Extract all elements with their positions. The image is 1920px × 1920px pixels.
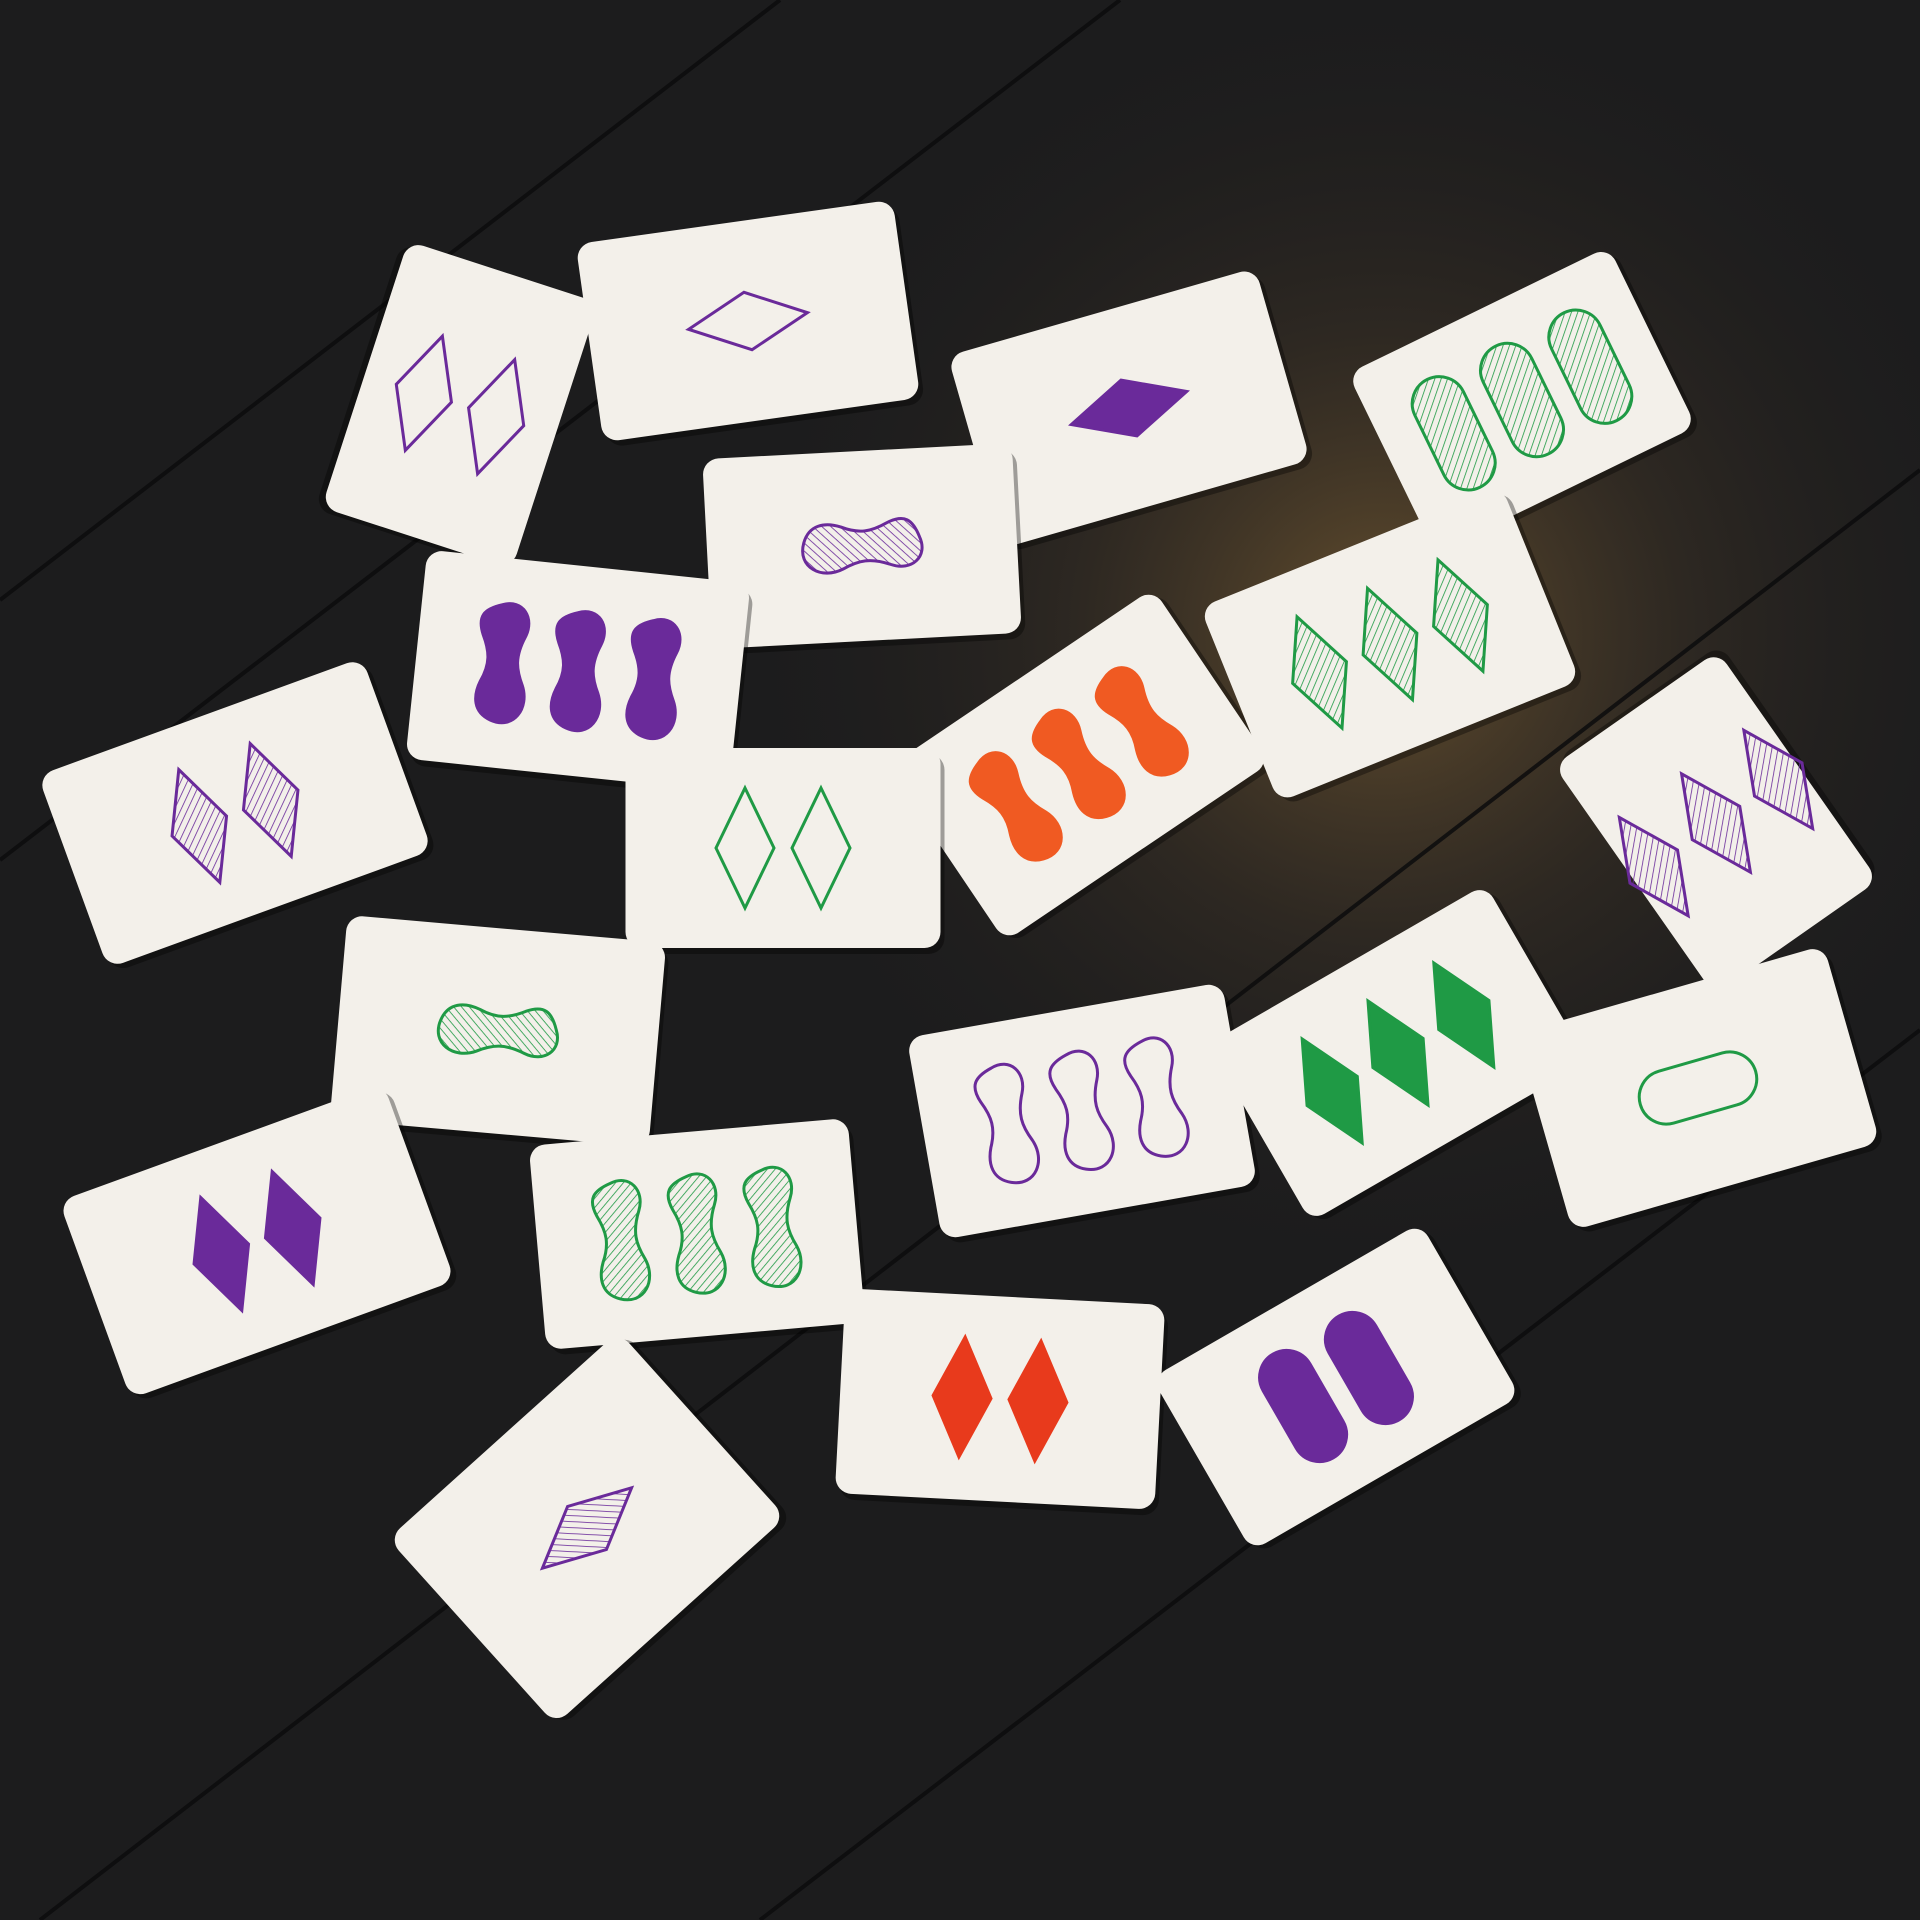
card-face — [835, 1289, 1165, 1509]
set-card[interactable] — [529, 1118, 870, 1356]
game-table — [0, 0, 1920, 1920]
set-card[interactable] — [835, 1288, 1170, 1516]
set-card[interactable] — [702, 443, 1026, 655]
card-face — [625, 748, 941, 948]
card-symbols — [590, 1165, 803, 1302]
card-symbols — [474, 602, 682, 740]
set-card[interactable] — [625, 748, 945, 954]
